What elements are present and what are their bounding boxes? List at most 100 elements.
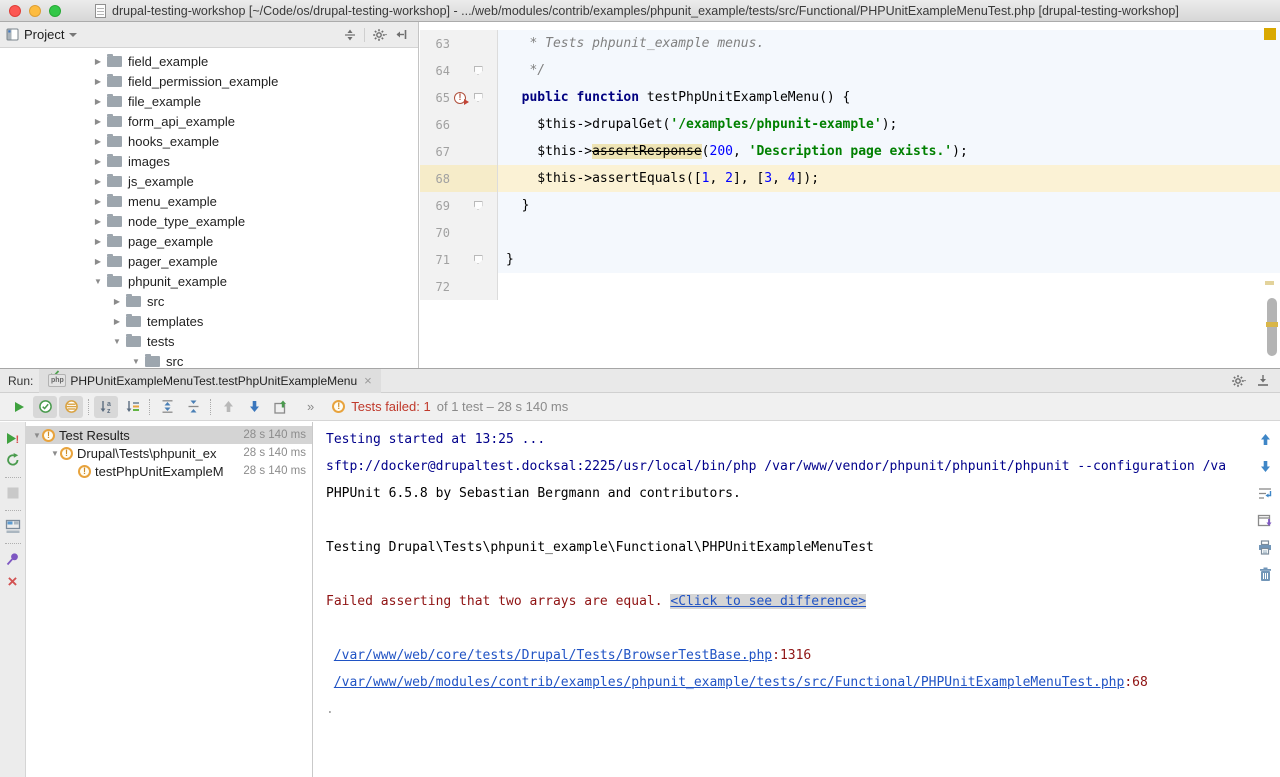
editor-line[interactable]: 71} — [420, 246, 1280, 273]
clear-console-icon[interactable] — [1255, 565, 1275, 583]
project-tree-item[interactable]: ▶templates — [0, 311, 418, 331]
chevron-right-icon[interactable]: ▶ — [93, 57, 103, 66]
project-tree-item[interactable]: ▶file_example — [0, 91, 418, 111]
project-tree-item[interactable]: ▶hooks_example — [0, 131, 418, 151]
chevron-down-icon[interactable]: ▼ — [112, 337, 122, 346]
chevron-right-icon[interactable]: ▶ — [112, 297, 122, 306]
console-line: Failed asserting that two arrays are equ… — [326, 588, 1250, 615]
chevron-right-icon[interactable]: ▶ — [93, 177, 103, 186]
chevron-right-icon[interactable]: ▶ — [93, 137, 103, 146]
pin-tab-icon[interactable] — [3, 549, 23, 569]
project-tree-item[interactable]: ▶js_example — [0, 171, 418, 191]
chevron-right-icon[interactable]: ▶ — [93, 257, 103, 266]
scroll-down-icon[interactable] — [1255, 457, 1275, 475]
chevron-down-icon[interactable]: ▼ — [32, 431, 42, 440]
editor-line[interactable]: 72 — [420, 273, 1280, 300]
restore-layout-icon[interactable] — [3, 516, 23, 536]
toolbar-overflow-chevrons[interactable]: » — [307, 399, 314, 414]
console-hyperlink[interactable]: <Click to see difference> — [670, 594, 866, 609]
expand-all-button[interactable] — [155, 396, 179, 418]
scroll-up-icon[interactable] — [1255, 430, 1275, 448]
project-tree-item[interactable]: ▶page_example — [0, 231, 418, 251]
test-tree-item[interactable]: ▼Test Results28 s 140 ms — [26, 426, 312, 444]
chevron-right-icon[interactable]: ▶ — [93, 97, 103, 106]
fold-marker-icon[interactable] — [474, 93, 483, 102]
test-warning-icon — [78, 465, 91, 478]
console-hyperlink[interactable]: /var/www/web/modules/contrib/examples/ph… — [334, 675, 1125, 690]
chevron-right-icon[interactable]: ▶ — [93, 157, 103, 166]
gear-icon[interactable] — [368, 25, 390, 45]
project-panel-title[interactable]: Project — [24, 27, 64, 42]
chevron-down-icon[interactable]: ▼ — [131, 357, 141, 366]
project-tree-item[interactable]: ▼tests — [0, 331, 418, 351]
code-editor[interactable]: 63 * Tests phpunit_example menus.64 */65… — [420, 22, 1280, 368]
editor-line[interactable]: 70 — [420, 219, 1280, 246]
editor-line[interactable]: 69 } — [420, 192, 1280, 219]
collapse-all-button[interactable] — [181, 396, 205, 418]
project-tree-item[interactable]: ▼phpunit_example — [0, 271, 418, 291]
chevron-right-icon[interactable]: ▶ — [93, 77, 103, 86]
project-tree-item[interactable]: ▶form_api_example — [0, 111, 418, 131]
sort-alphabetically-button[interactable]: a z — [94, 396, 118, 418]
close-window-button[interactable] — [9, 5, 21, 17]
gear-icon[interactable] — [1231, 374, 1246, 388]
test-tree-item[interactable]: ▼Drupal\Tests\phpunit_ex28 s 140 ms — [26, 444, 312, 462]
editor-line[interactable]: 68 $this->assertEquals([1, 2], [3, 4]); — [420, 165, 1280, 192]
chevron-right-icon[interactable]: ▶ — [93, 217, 103, 226]
show-ignored-button[interactable] — [59, 396, 83, 418]
project-tree-item[interactable]: ▶menu_example — [0, 191, 418, 211]
editor-line[interactable]: 64 */ — [420, 57, 1280, 84]
chevron-right-icon[interactable]: ▶ — [93, 237, 103, 246]
minimize-window-button[interactable] — [29, 5, 41, 17]
export-test-results-button[interactable] — [268, 396, 292, 418]
chevron-right-icon[interactable]: ▶ — [93, 197, 103, 206]
chevron-down-icon[interactable]: ▼ — [50, 449, 60, 458]
editor-line[interactable]: 65 public function testPhpUnitExampleMen… — [420, 84, 1280, 111]
inspection-status-indicator[interactable] — [1264, 28, 1276, 40]
run-configuration-tab[interactable]: php PHPUnitExampleMenuTest.testPhpUnitEx… — [39, 369, 380, 393]
rerun-test-button[interactable] — [3, 450, 23, 470]
project-tree-item[interactable]: ▶pager_example — [0, 251, 418, 271]
fold-marker-icon[interactable] — [474, 66, 483, 75]
chevron-down-icon[interactable] — [69, 33, 77, 37]
project-item-label: node_type_example — [128, 214, 245, 229]
editor-line[interactable]: 63 * Tests phpunit_example menus. — [420, 30, 1280, 57]
sort-by-duration-button[interactable] — [120, 396, 144, 418]
rerun-button[interactable] — [7, 396, 31, 418]
fold-marker-icon[interactable] — [474, 255, 483, 264]
fold-marker-icon[interactable] — [474, 201, 483, 210]
print-icon[interactable] — [1255, 538, 1275, 556]
console-text: Testing started at 13:25 ... — [326, 432, 545, 447]
expand-collapse-icon[interactable] — [339, 25, 361, 45]
chevron-down-icon[interactable]: ▼ — [93, 277, 103, 286]
chevron-right-icon[interactable]: ▶ — [112, 317, 122, 326]
project-tree-item[interactable]: ▶src — [0, 291, 418, 311]
hide-panel-icon[interactable] — [390, 25, 412, 45]
editor-scrollbar[interactable] — [1267, 298, 1277, 356]
project-tree-item[interactable]: ▶field_example — [0, 51, 418, 71]
failed-test-gutter-icon[interactable] — [454, 92, 466, 104]
editor-line[interactable]: 67 $this->assertResponse(200, 'Descripti… — [420, 138, 1280, 165]
close-tab-icon[interactable]: × — [364, 373, 372, 388]
test-tree-item[interactable]: testPhpUnitExampleM28 s 140 ms — [26, 462, 312, 480]
project-tree-item[interactable]: ▶images — [0, 151, 418, 171]
project-tree-item[interactable]: ▼src — [0, 351, 418, 367]
test-console-output[interactable]: Testing started at 13:25 ...sftp://docke… — [313, 422, 1250, 777]
next-failed-test-button[interactable] — [242, 396, 266, 418]
project-tree-item[interactable]: ▶field_permission_example — [0, 71, 418, 91]
previous-failed-test-button[interactable] — [216, 396, 240, 418]
editor-line[interactable]: 66 $this->drupalGet('/examples/phpunit-e… — [420, 111, 1280, 138]
error-stripe-mark[interactable] — [1265, 281, 1274, 285]
minimize-panel-icon[interactable] — [1256, 374, 1270, 387]
window-title: drupal-testing-workshop [~/Code/os/drupa… — [112, 4, 1179, 18]
show-passed-button[interactable] — [33, 396, 57, 418]
close-panel-icon[interactable]: × — [3, 571, 23, 591]
zoom-window-button[interactable] — [49, 5, 61, 17]
console-hyperlink[interactable]: /var/www/web/core/tests/Drupal/Tests/Bro… — [334, 648, 772, 663]
open-results-in-editor-icon[interactable] — [1255, 511, 1275, 529]
soft-wrap-icon[interactable] — [1255, 484, 1275, 502]
folder-icon — [107, 176, 122, 187]
rerun-failed-tests-button[interactable]: ! — [3, 428, 23, 448]
project-tree-item[interactable]: ▶ node_type_example — [0, 211, 418, 231]
chevron-right-icon[interactable]: ▶ — [93, 117, 103, 126]
